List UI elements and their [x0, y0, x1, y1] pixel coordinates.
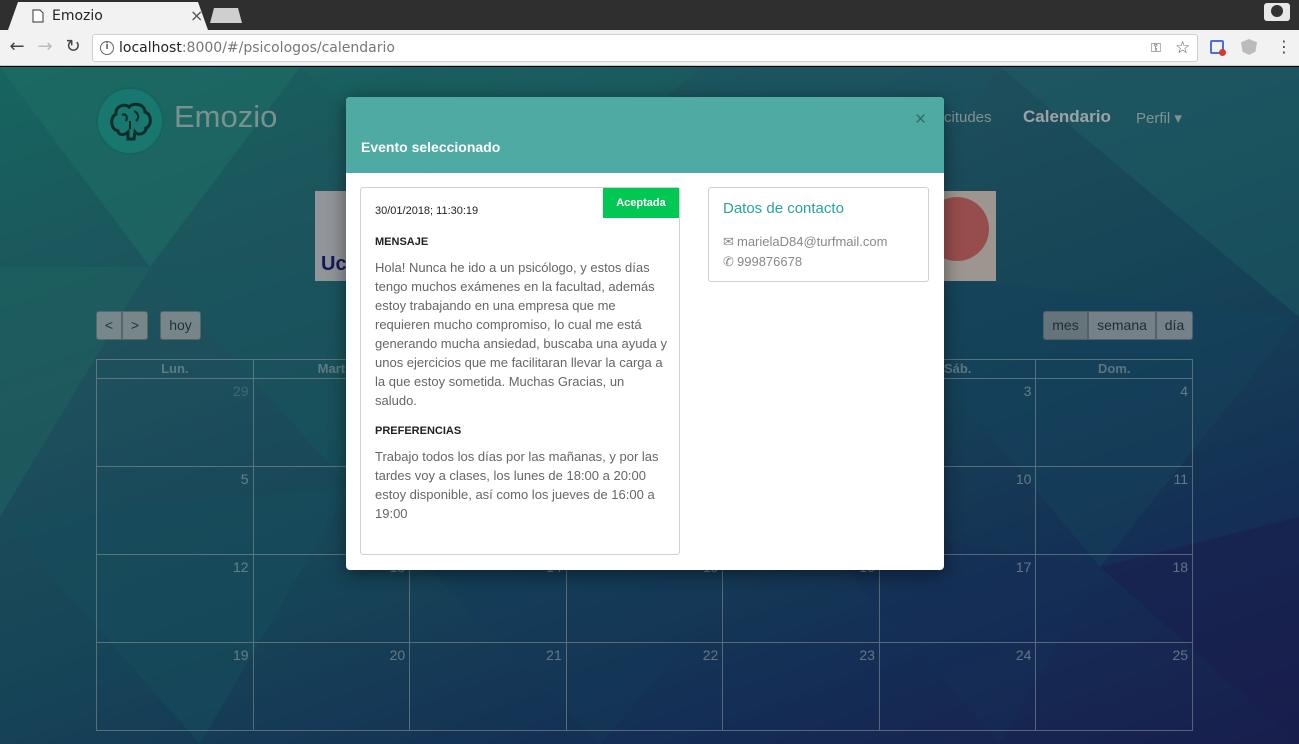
modal-title: Evento seleccionado	[361, 139, 501, 155]
page-background: Emozio citudes Calendario Perfil ▾ Uc < …	[0, 67, 1299, 744]
tab-title: Emozio	[52, 8, 103, 24]
event-modal: Evento seleccionado × Aceptada 30/01/201…	[346, 97, 944, 570]
close-tab-icon[interactable]: ×	[190, 7, 203, 25]
message-heading: MENSAJE	[375, 236, 429, 248]
reload-icon[interactable]: ↻	[62, 36, 84, 58]
envelope-icon: ✉	[723, 234, 734, 249]
contact-heading: Datos de contacto	[723, 200, 844, 217]
email-text: marielaD84@turfmail.com	[737, 234, 888, 249]
extension-icon[interactable]	[1210, 40, 1226, 56]
browser-menu-icon[interactable]: ⋮	[1276, 37, 1292, 56]
back-arrow-icon[interactable]: ←	[6, 36, 28, 58]
contact-phone[interactable]: ✆ 999876678	[723, 254, 802, 270]
phone-icon: ✆	[723, 254, 734, 269]
status-badge: Aceptada	[603, 188, 679, 218]
contact-card: Datos de contacto ✉ marielaD84@turfmail.c…	[708, 187, 929, 282]
preferences-heading: PREFERENCIAS	[375, 425, 462, 437]
event-details-card: Aceptada 30/01/2018; 11:30:19 MENSAJE Ho…	[360, 187, 680, 555]
browser-toolbar: ← → ↻ i localhost:8000/#/psicologos/cale…	[0, 30, 1299, 66]
browser-tab-strip: Emozio ×	[0, 0, 1299, 30]
page-icon	[32, 9, 44, 23]
info-icon[interactable]: i	[100, 41, 114, 55]
bookmark-star-icon[interactable]: ☆	[1175, 38, 1190, 58]
preferences-text: Trabajo todos los días por las mañanas, …	[375, 449, 659, 521]
event-datetime: 30/01/2018; 11:30:19	[375, 205, 479, 217]
profile-icon[interactable]	[1264, 3, 1290, 21]
url-text[interactable]: localhost:8000/#/psicologos/calendario	[119, 40, 395, 56]
forward-arrow-icon[interactable]: →	[34, 36, 56, 58]
new-tab-button[interactable]	[210, 8, 242, 23]
browser-tab[interactable]: Emozio ×	[8, 2, 208, 30]
modal-header: Evento seleccionado ×	[346, 97, 944, 173]
close-icon[interactable]: ×	[915, 109, 926, 131]
address-bar[interactable]: i localhost:8000/#/psicologos/calendario…	[92, 34, 1198, 62]
key-icon[interactable]: ⚿	[1151, 41, 1161, 56]
message-text: Hola! Nunca he ido a un psicólogo, y est…	[375, 260, 667, 408]
contact-email[interactable]: ✉ marielaD84@turfmail.com	[723, 234, 887, 250]
phone-text: 999876678	[737, 254, 803, 269]
